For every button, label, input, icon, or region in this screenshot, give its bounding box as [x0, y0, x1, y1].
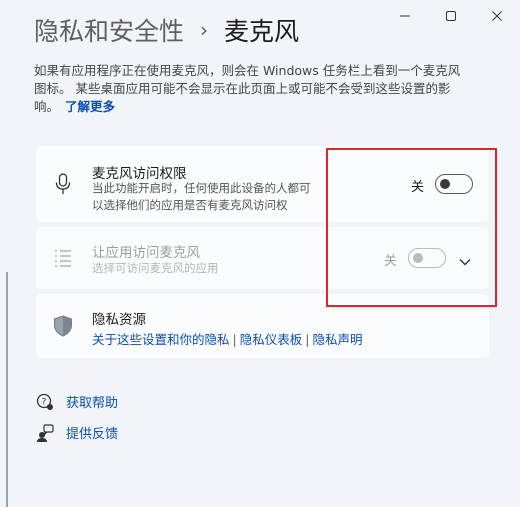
description-line-1: 如果有应用程序正在使用麦克风，则会在 Windows 任务栏上看到一个麦克风 [34, 63, 461, 78]
description-line-2: 图标。 某些桌面应用可能不会显示在此页面上或可能不会受到这些设置的影 [34, 81, 451, 96]
microphone-access-subtitle: 当此功能开启时，任何使用此设备的人都可 以选择他们的应用是否有麦克风访问权 [92, 181, 311, 212]
learn-more-link[interactable]: 了解更多 [65, 99, 115, 114]
link-separator: | [305, 332, 310, 347]
privacy-settings-link[interactable]: 关于这些设置和你的隐私 [92, 332, 230, 347]
window-controls [382, 0, 520, 32]
description-line-3: 响。 [34, 99, 60, 114]
shield-icon [52, 314, 74, 338]
minimize-button[interactable] [382, 0, 428, 32]
give-feedback-link[interactable]: 提供反馈 [36, 423, 118, 442]
close-button[interactable] [474, 0, 520, 32]
give-feedback-label: 提供反馈 [66, 427, 119, 442]
help-icon: ? [36, 393, 54, 411]
breadcrumb: 隐私和安全性 › 麦克风 [34, 12, 299, 48]
app-access-subtitle: 选择可访问麦克风的应用 [92, 261, 219, 275]
close-icon [492, 11, 502, 21]
list-icon [52, 246, 74, 270]
maximize-button[interactable] [428, 0, 474, 32]
get-help-link[interactable]: ? 获取帮助 [36, 392, 118, 411]
page-title: 麦克风 [224, 17, 300, 46]
privacy-dashboard-link[interactable]: 隐私仪表板 [240, 332, 303, 347]
breadcrumb-parent[interactable]: 隐私和安全性 [34, 12, 184, 48]
feedback-icon [36, 423, 54, 442]
privacy-links: 关于这些设置和你的隐私 | 隐私仪表板 | 隐私声明 [92, 329, 362, 348]
highlight-box [326, 148, 497, 307]
breadcrumb-separator-icon: › [200, 18, 209, 42]
get-help-label: 获取帮助 [66, 396, 119, 411]
minimize-icon [400, 15, 410, 17]
microphone-access-title: 麦克风访问权限 [92, 166, 187, 182]
maximize-icon [446, 11, 456, 21]
privacy-resources-title: 隐私资源 [92, 312, 146, 328]
app-access-title: 让应用访问麦克风 [92, 245, 200, 261]
scrollbar[interactable] [6, 272, 8, 507]
privacy-statement-link[interactable]: 隐私声明 [312, 332, 362, 347]
page-description: 如果有应用程序正在使用麦克风，则会在 Windows 任务栏上看到一个麦克风 图… [34, 62, 504, 116]
link-separator: | [232, 332, 237, 347]
svg-text:?: ? [42, 397, 47, 407]
microphone-icon [52, 172, 74, 196]
